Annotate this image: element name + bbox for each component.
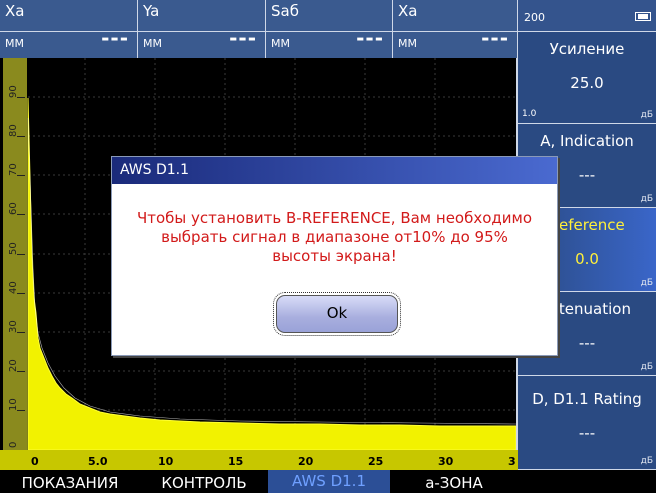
attenuation-unit: дБ bbox=[640, 362, 653, 372]
ok-button[interactable]: Ok bbox=[273, 292, 401, 336]
readout-value: --- bbox=[356, 26, 384, 50]
readout-4: Xa MM --- bbox=[393, 0, 518, 58]
readout-value: --- bbox=[481, 26, 509, 50]
readout-unit: MM bbox=[398, 37, 417, 50]
gain-unit: дБ bbox=[640, 110, 653, 120]
menu-control[interactable]: КОНТРОЛЬ bbox=[140, 474, 268, 492]
menu-readings[interactable]: ПОКАЗАНИЯ bbox=[0, 474, 140, 492]
range-value: 200 bbox=[524, 11, 545, 24]
depth-label: 30 bbox=[438, 455, 454, 468]
readout-label: Saб bbox=[271, 2, 299, 20]
status-bar: 200 bbox=[518, 0, 656, 32]
menu-aws-d11[interactable]: AWS D1.1 bbox=[268, 470, 390, 493]
depth-label: 15 bbox=[228, 455, 244, 468]
a-indication-title: A, Indication bbox=[540, 132, 634, 150]
readout-2: Ya MM --- bbox=[138, 0, 266, 58]
gain-control[interactable]: Усиление 25.0 1.0 дБ bbox=[518, 32, 656, 124]
depth-label: 0 bbox=[31, 455, 39, 468]
gain-value: 25.0 bbox=[570, 74, 604, 92]
readout-value: --- bbox=[101, 26, 129, 50]
battery-icon bbox=[635, 12, 651, 21]
depth-scale: 0 5.0 10 15 20 25 30 3 bbox=[0, 450, 518, 470]
readout-label: Xa bbox=[398, 2, 418, 20]
rating-control[interactable]: D, D1.1 Rating --- дБ bbox=[518, 376, 656, 470]
dialog-titlebar: AWS D1.1 bbox=[112, 157, 557, 184]
scale-label: 0 bbox=[8, 441, 19, 448]
readout-unit: MM bbox=[5, 37, 24, 50]
a-indication-unit: дБ bbox=[640, 194, 653, 204]
depth-label: 5.0 bbox=[88, 455, 108, 468]
depth-label: 10 bbox=[158, 455, 174, 468]
readout-label: Xa bbox=[5, 2, 25, 20]
menu-a-gate[interactable]: a-ЗОНА bbox=[390, 474, 518, 492]
dialog-message: Чтобы установить B-REFERENCE, Вам необхо… bbox=[136, 209, 533, 265]
gain-step: 1.0 bbox=[522, 109, 537, 119]
readout-3: Saб MM --- bbox=[266, 0, 393, 58]
bottom-menu: ПОКАЗАНИЯ КОНТРОЛЬ AWS D1.1 a-ЗОНА bbox=[0, 470, 656, 493]
readout-1: Xa MM --- bbox=[0, 0, 138, 58]
reference-unit: дБ bbox=[640, 278, 653, 288]
readout-unit: MM bbox=[271, 37, 290, 50]
rating-title: D, D1.1 Rating bbox=[532, 390, 642, 408]
gain-title: Усиление bbox=[549, 40, 625, 58]
readout-value: --- bbox=[229, 26, 257, 50]
rating-value: --- bbox=[578, 424, 596, 442]
depth-label: 3 bbox=[508, 455, 516, 468]
dialog-title: AWS D1.1 bbox=[120, 162, 190, 178]
readout-label: Ya bbox=[143, 2, 160, 20]
alert-dialog: AWS D1.1 Чтобы установить B-REFERENCE, В… bbox=[111, 156, 558, 356]
depth-label: 25 bbox=[368, 455, 384, 468]
rating-unit: дБ bbox=[640, 456, 653, 466]
amplitude-scale: 90 80 70 60 50 40 30 20 10 0 bbox=[3, 58, 27, 450]
depth-label: 20 bbox=[298, 455, 314, 468]
readout-unit: MM bbox=[143, 37, 162, 50]
